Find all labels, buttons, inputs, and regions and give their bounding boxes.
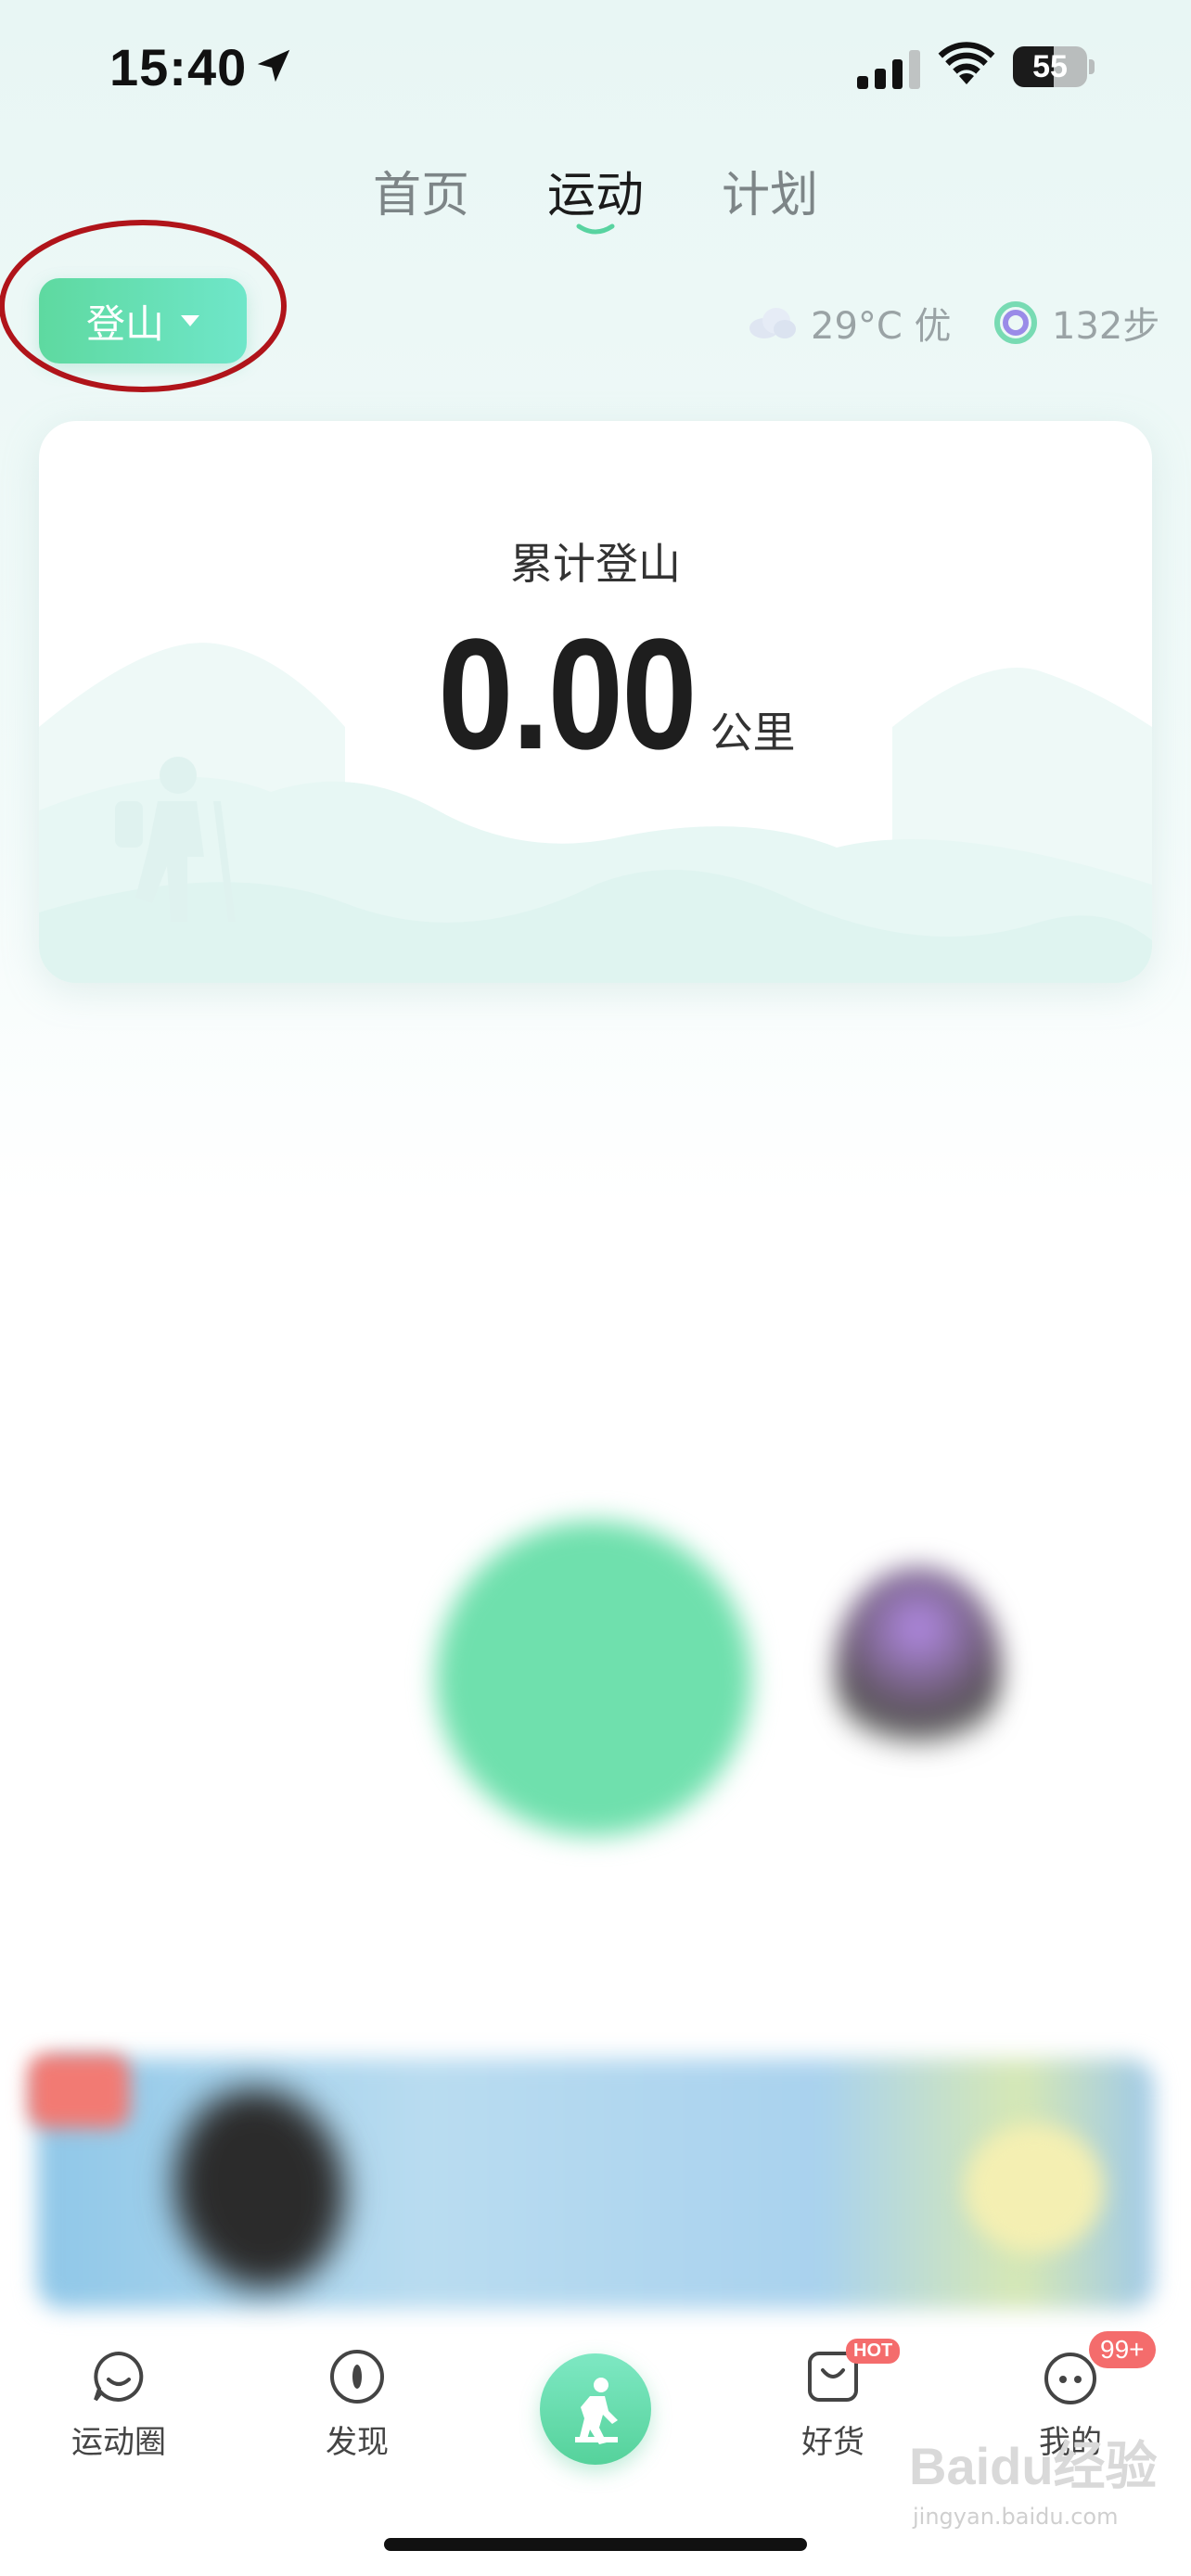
status-time: 15:40 (109, 38, 248, 96)
settings-button-blurred[interactable] (835, 1567, 1002, 1771)
nav-moments-label: 运动圈 (71, 2424, 166, 2461)
notification-count-badge: 99+ (1089, 2331, 1156, 2368)
cloud-icon (749, 308, 796, 338)
battery-percent: 55 (1032, 49, 1068, 84)
watermark-url: jingyan.baidu.com (913, 2504, 1119, 2530)
total-distance-value: 0.00 (437, 606, 697, 783)
tab-sport-label: 运动 (546, 168, 644, 223)
summary-value-row: 0.00 公里 (39, 616, 1152, 773)
nav-moments[interactable]: 运动圈 (26, 2346, 211, 2462)
nav-shop-label: 好货 (801, 2424, 864, 2461)
tab-plan[interactable]: 计划 (718, 156, 822, 239)
start-hiking-button[interactable] (540, 2353, 651, 2465)
active-tab-indicator (576, 223, 615, 235)
tab-home[interactable]: 首页 (369, 156, 473, 239)
nav-discover[interactable]: 发现 (264, 2346, 450, 2462)
annotation-ellipse (0, 220, 287, 392)
tab-sport[interactable]: 运动 (544, 156, 647, 239)
watermark-logo: Baidu经验 (909, 2437, 1158, 2495)
banner-graphic-blurred (965, 2123, 1104, 2253)
wifi-icon (938, 42, 995, 84)
compass-icon (330, 2350, 384, 2404)
nav-discover-label: 发现 (326, 2424, 389, 2461)
weather-info[interactable]: 29°C 优 (746, 295, 952, 351)
summary-card[interactable]: 累计登山 0.00 公里 (39, 421, 1152, 983)
distance-unit: 公里 (710, 708, 796, 758)
cellular-signal-icon (857, 45, 920, 89)
banner-tag-blurred (28, 2054, 130, 2128)
location-arrow-icon (257, 49, 290, 83)
step-counter[interactable]: 132步 (992, 295, 1159, 351)
steps-text: 132步 (1052, 305, 1160, 348)
tab-home-label: 首页 (372, 168, 469, 223)
weather-text: 29°C 优 (811, 305, 952, 348)
hiking-icon (575, 2378, 618, 2444)
chat-bubble-icon (94, 2351, 144, 2402)
home-indicator[interactable] (384, 2538, 807, 2551)
ring-icon (994, 301, 1037, 344)
summary-title: 累计登山 (510, 539, 681, 589)
battery-icon: 55 (1013, 46, 1095, 87)
nav-shop[interactable]: HOT 好货 (740, 2339, 926, 2462)
hot-badge: HOT (846, 2339, 901, 2364)
start-button-blurred[interactable] (436, 1521, 751, 1836)
tab-plan-label: 计划 (722, 168, 819, 223)
